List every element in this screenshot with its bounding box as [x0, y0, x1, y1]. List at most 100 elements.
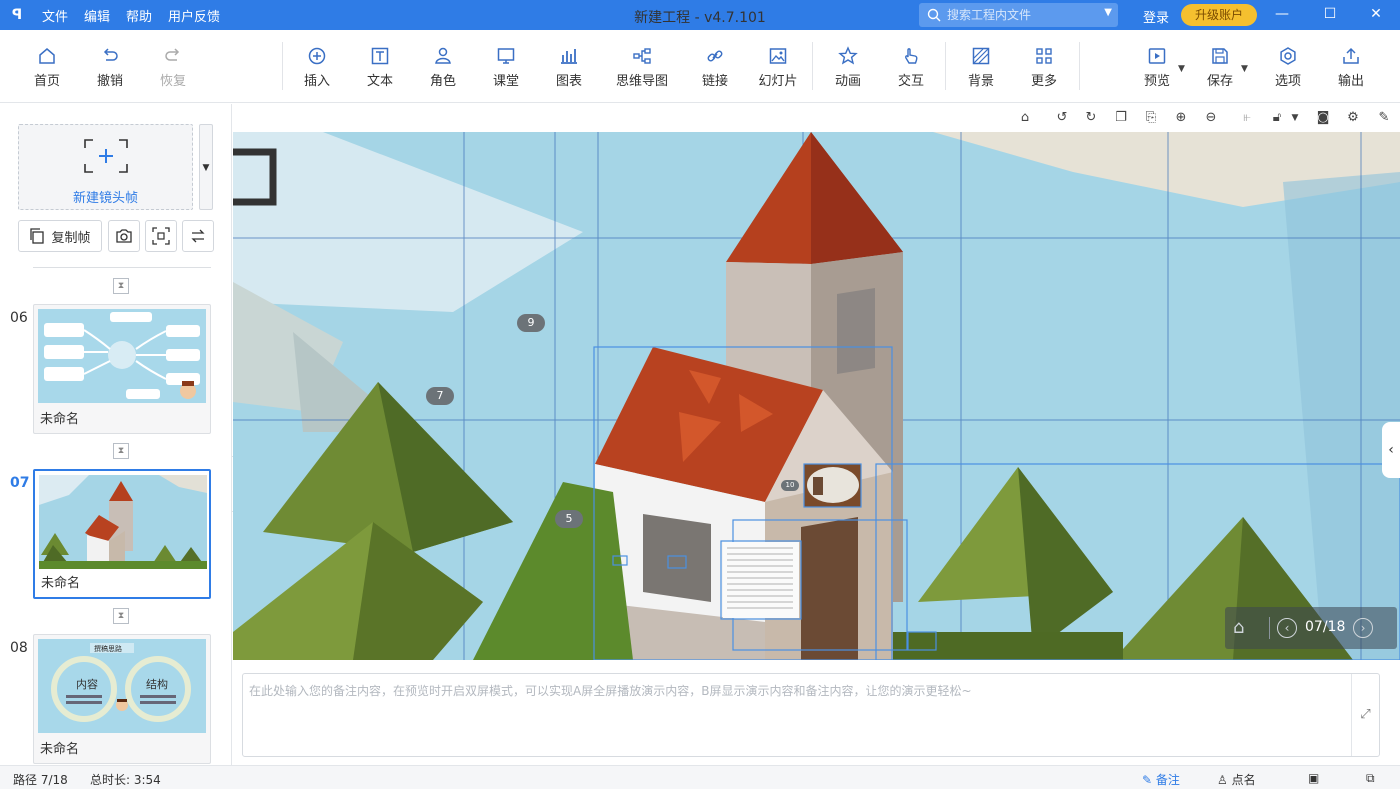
menu-file[interactable]: 文件 [34, 6, 76, 25]
text-label: 文本 [366, 74, 393, 89]
login-button[interactable]: 登录 [1143, 7, 1169, 26]
search-input[interactable] [947, 8, 1097, 22]
transition-icon[interactable]: ⧗ [113, 608, 129, 624]
camera-icon[interactable]: ◙ [1315, 110, 1331, 126]
slide-number: 08 [10, 640, 28, 656]
home-button[interactable]: 首页 [19, 46, 75, 89]
snapshot-button[interactable] [108, 220, 140, 252]
canvas-home-icon[interactable]: ⌂ [1017, 110, 1033, 126]
minimize-icon[interactable]: — [1272, 4, 1292, 24]
link-label: 链接 [701, 74, 728, 89]
toolbar-divider [945, 42, 946, 90]
menu-feedback[interactable]: 用户反馈 [160, 6, 228, 25]
undo-button[interactable]: 撤销 [82, 46, 138, 89]
preview-dropdown-icon[interactable]: ▼ [1178, 64, 1185, 74]
next-frame-button[interactable]: › [1353, 618, 1373, 638]
slide-name: 未命名 [40, 742, 80, 757]
rotate-right-icon[interactable]: ↻ [1083, 110, 1099, 126]
upgrade-button[interactable]: 升级账户 [1181, 4, 1257, 26]
zoom-in-icon[interactable]: ⊕ [1173, 110, 1189, 126]
copy-frame-label: 复制帧 [51, 230, 91, 246]
menu-help[interactable]: 帮助 [118, 6, 160, 25]
copy-icon[interactable]: ❐ [1113, 110, 1129, 126]
chart-button[interactable]: 图表 [541, 46, 597, 89]
notes-icon: ✎ [1142, 773, 1156, 787]
home-icon[interactable]: ⌂ [1233, 617, 1244, 638]
rollcall-button[interactable]: ♙ 点名 [1217, 771, 1256, 788]
lock-icon[interactable]: 🔓︎ [1269, 110, 1285, 126]
transition-icon[interactable]: ⧗ [113, 278, 129, 294]
new-frame-dropdown-icon[interactable]: ▼ [199, 124, 213, 210]
save-button[interactable]: 保存 [1192, 46, 1248, 89]
classroom-button[interactable]: 课堂 [478, 46, 534, 89]
search-box[interactable]: ▼ [919, 3, 1118, 27]
background-button[interactable]: 背景 [953, 46, 1009, 89]
new-frame-button[interactable]: 新建镜头帧 [18, 124, 193, 210]
lock-dropdown-icon[interactable]: ▼ [1287, 110, 1303, 126]
text-icon [371, 47, 389, 65]
toolbar-divider [812, 42, 813, 90]
classroom-icon [497, 48, 515, 64]
expand-icon[interactable]: ⤢ [1351, 674, 1379, 756]
screen-icon[interactable]: ▣ [1308, 771, 1319, 785]
path-badge[interactable]: 7 [426, 387, 454, 405]
nav-divider [1269, 617, 1270, 639]
right-panel-toggle[interactable]: ‹ [1382, 422, 1400, 478]
save-dropdown-icon[interactable]: ▼ [1241, 64, 1248, 74]
role-button[interactable]: 角色 [415, 46, 471, 89]
main-toolbar: 首页 撤销 恢复 插入 文本 角色 课堂 图表 思维导图 链接 幻灯片 动画 交… [0, 30, 1400, 103]
slide-thumbnail-06[interactable]: 未命名 [33, 304, 211, 434]
fit-frame-button[interactable] [145, 220, 177, 252]
previous-slide-edge [33, 264, 211, 268]
path-badge[interactable]: 5 [555, 510, 583, 528]
path-badge[interactable]: 9 [517, 314, 545, 332]
mindmap-button[interactable]: 思维导图 [610, 46, 674, 89]
redo-label: 恢复 [159, 74, 186, 89]
align-icon[interactable]: ⫦ [1239, 110, 1255, 126]
slide-thumbnail-07[interactable]: 未命名 [33, 469, 211, 599]
options-label: 选项 [1274, 74, 1301, 89]
text-button[interactable]: 文本 [352, 46, 408, 89]
swap-frame-button[interactable] [182, 220, 214, 252]
hand-pointer-icon [905, 48, 918, 64]
rotate-left-icon[interactable]: ↺ [1054, 110, 1070, 126]
notes-input[interactable] [249, 682, 1349, 748]
grid-more-icon [1036, 48, 1052, 64]
export-icon [1343, 47, 1359, 64]
menu-edit[interactable]: 编辑 [76, 6, 118, 25]
export-button[interactable]: 输出 [1323, 46, 1379, 89]
slide-button[interactable]: 幻灯片 [750, 46, 806, 89]
path-badge[interactable]: 10 [781, 480, 799, 491]
frame-settings-icon[interactable]: ⚙ [1345, 110, 1361, 126]
slide-name: 未命名 [41, 576, 81, 591]
save-label: 保存 [1206, 74, 1233, 89]
options-button[interactable]: 选项 [1260, 46, 1316, 89]
lock-screen-icon[interactable]: ⧉ [1366, 771, 1375, 786]
paste-icon[interactable]: ⎘ [1143, 110, 1159, 126]
insert-button[interactable]: 插入 [289, 46, 345, 89]
background-icon [972, 47, 990, 65]
copy-frame-button[interactable]: 复制帧 [18, 220, 102, 252]
animation-button[interactable]: 动画 [820, 46, 876, 89]
previous-frame-button[interactable]: ‹ [1277, 618, 1297, 638]
slide-thumbnail-08[interactable]: 撰稿思路 内容 结构 未命名 [33, 634, 211, 764]
preview-button[interactable]: 预览 [1129, 46, 1185, 89]
chevron-down-icon[interactable]: ▼ [1104, 7, 1112, 18]
maximize-icon[interactable]: ☐ [1320, 4, 1340, 24]
role-label: 角色 [429, 74, 456, 89]
link-button[interactable]: 链接 [687, 46, 743, 89]
insert-label: 插入 [303, 74, 330, 89]
chevron-left-icon: ‹ [1388, 442, 1394, 458]
redo-button[interactable]: 恢复 [145, 46, 201, 89]
notes-toggle[interactable]: ✎ 备注 [1142, 771, 1180, 788]
editing-canvas[interactable]: 9 7 5 10 ⌂ ‹ 07/18 › [233, 132, 1400, 660]
edit-icon[interactable]: ✎ [1376, 110, 1392, 126]
zoom-out-icon[interactable]: ⊖ [1203, 110, 1219, 126]
interact-button[interactable]: 交互 [883, 46, 939, 89]
home-label: 首页 [33, 74, 60, 89]
animation-label: 动画 [834, 74, 861, 89]
transition-icon[interactable]: ⧗ [113, 443, 129, 459]
more-button[interactable]: 更多 [1016, 46, 1072, 89]
close-icon[interactable]: ✕ [1366, 4, 1386, 24]
mindmap-icon [633, 48, 651, 64]
